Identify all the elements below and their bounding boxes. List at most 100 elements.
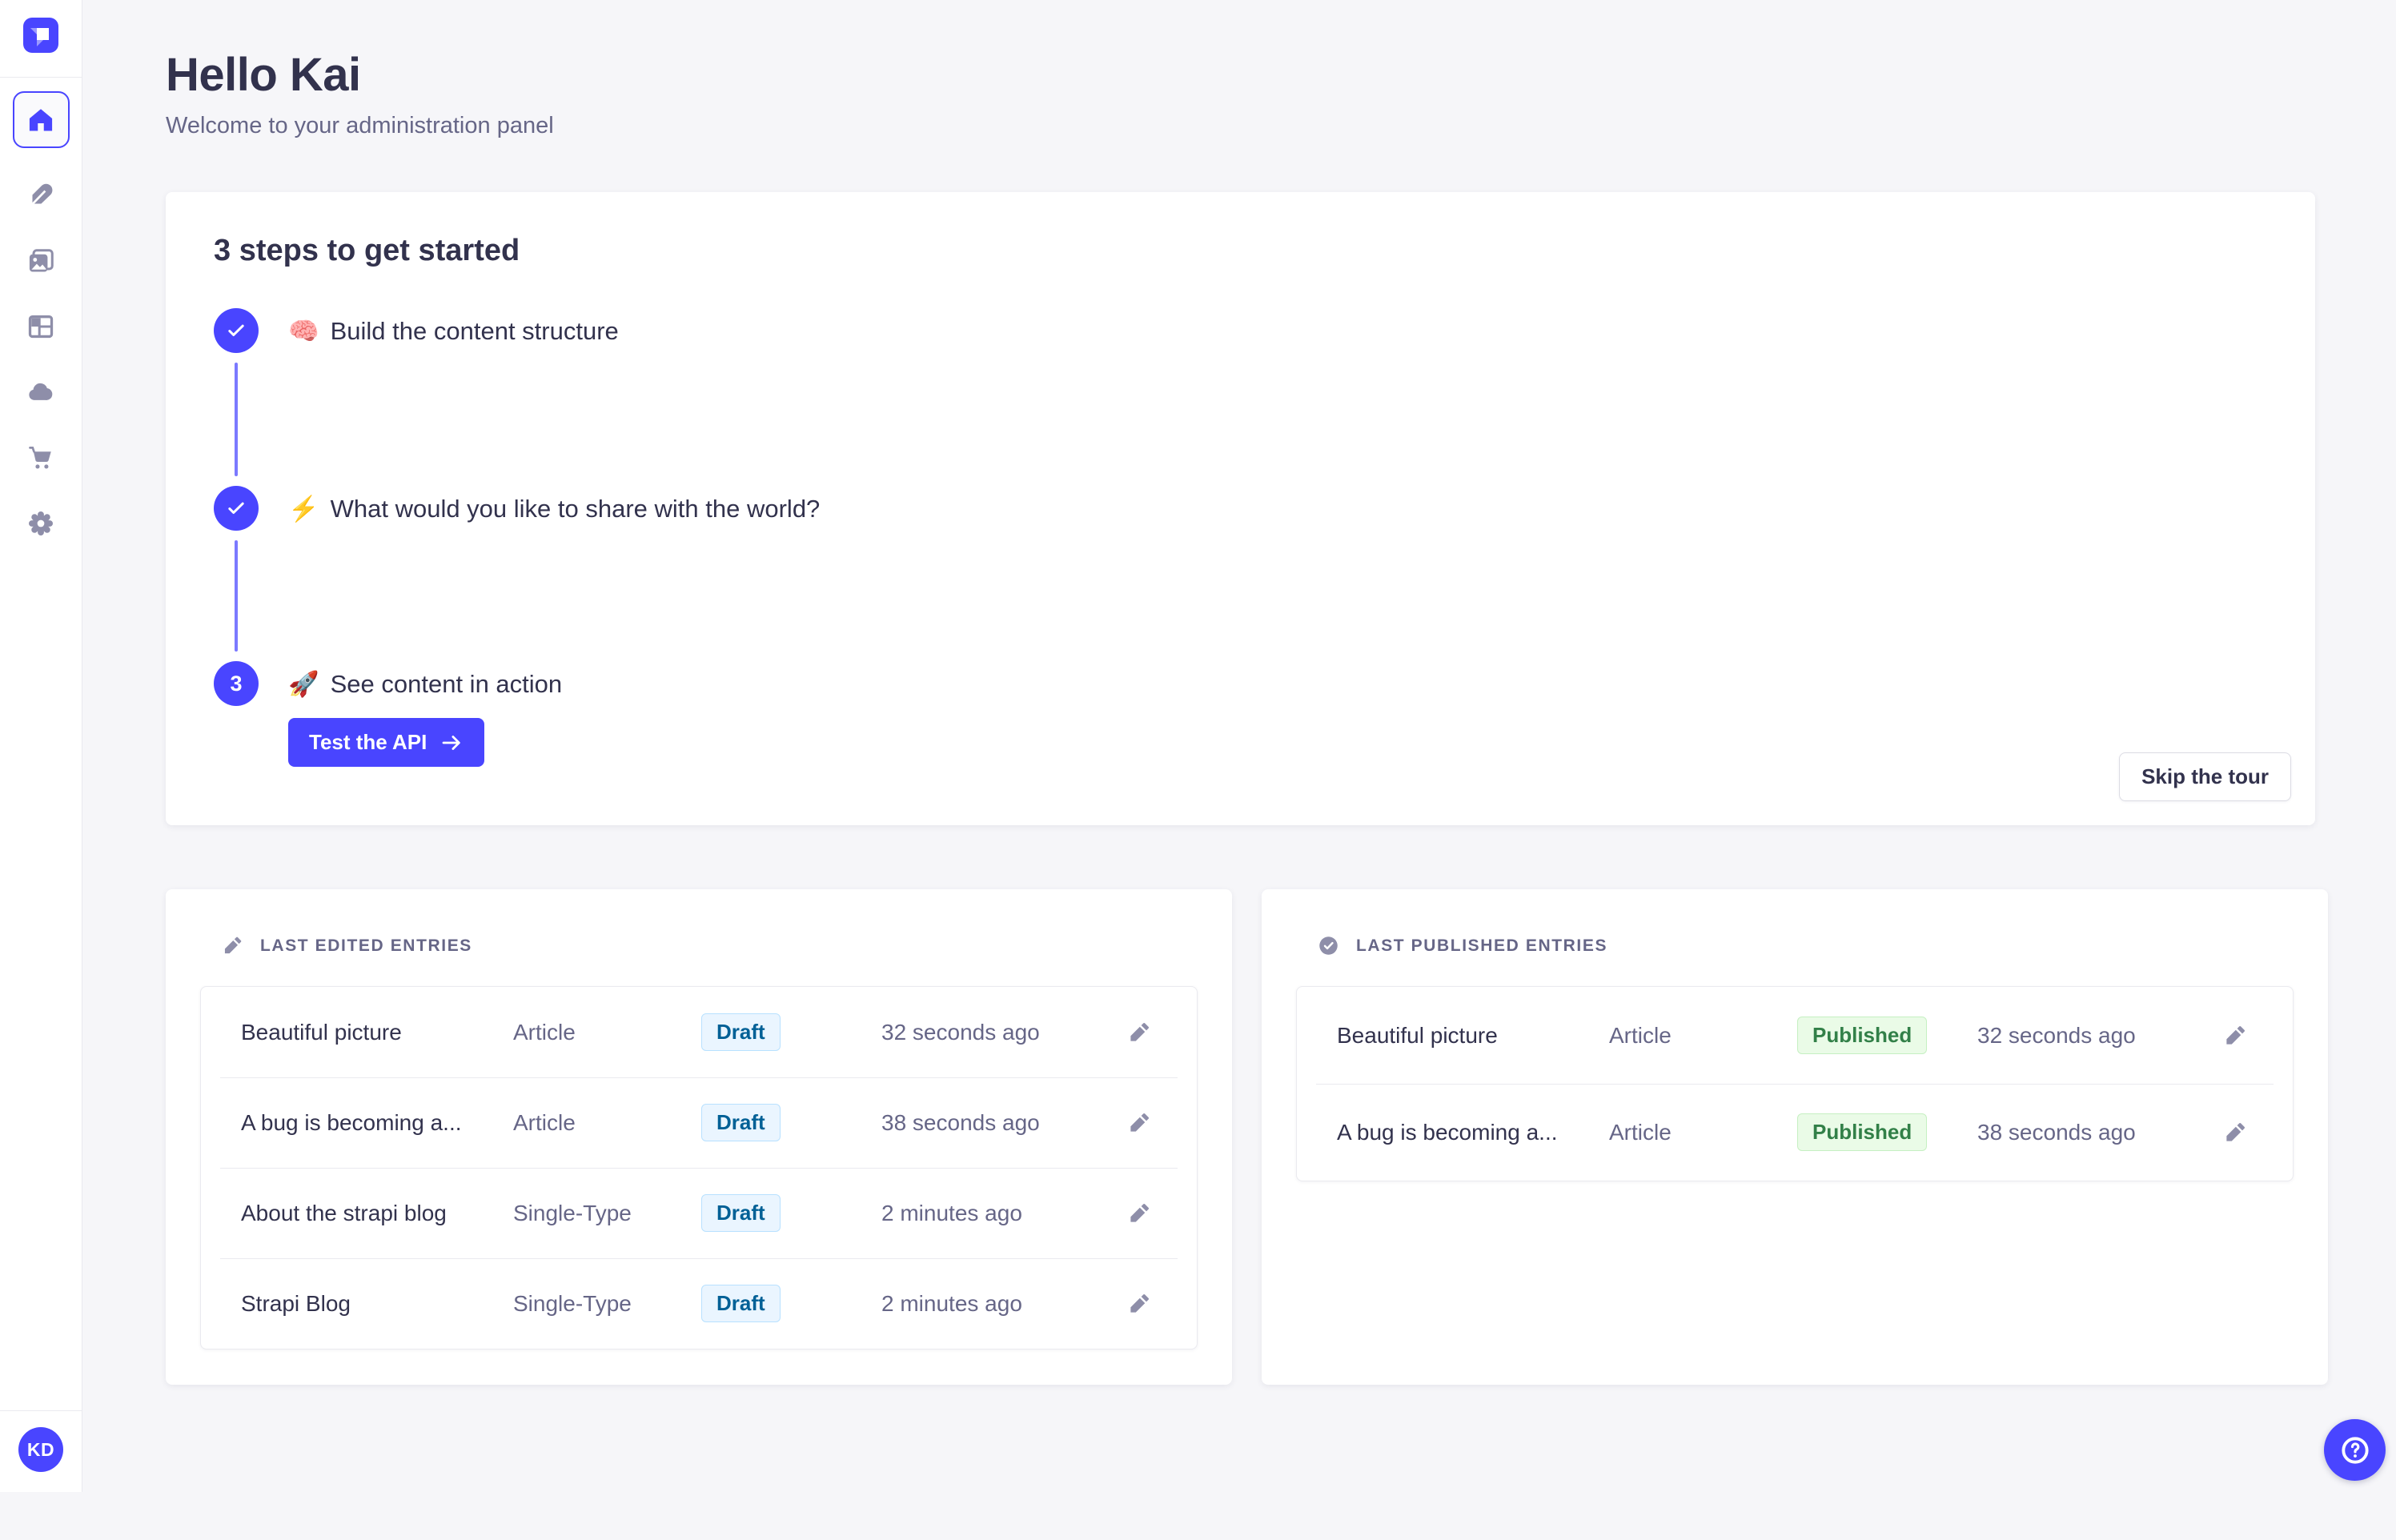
entry-time: 32 seconds ago [1977, 1023, 2217, 1049]
status-badge: Published [1797, 1113, 1927, 1151]
table-row: A bug is becoming a... Article Published… [1297, 1084, 2293, 1181]
pencil-icon [1127, 1021, 1151, 1045]
step-1-text: Build the content structure [331, 317, 619, 345]
step-connector [235, 363, 238, 476]
check-circle-icon [1318, 935, 1339, 956]
table-row: Beautiful picture Article Draft 32 secon… [201, 987, 1197, 1077]
onboarding-steps: 🧠 Build the content structure ⚡ What would… [214, 308, 2267, 767]
step-row-2: ⚡ What would you like to share with the w… [214, 486, 2267, 531]
strapi-logo-icon [23, 18, 58, 53]
sidebar-item-cloud[interactable] [22, 374, 59, 411]
sidebar: KD [0, 0, 82, 1492]
cart-icon [26, 443, 55, 472]
last-edited-header: LAST EDITED ENTRIES [200, 889, 1198, 956]
edit-entry-button[interactable] [2217, 1115, 2253, 1150]
pencil-icon [222, 935, 243, 956]
entry-name: Strapi Blog [241, 1291, 513, 1317]
sidebar-item-media-library[interactable] [22, 243, 59, 279]
status-badge: Draft [701, 1104, 781, 1141]
status-badge: Draft [701, 1285, 781, 1322]
page-title: Hello Kai [166, 48, 2315, 102]
cloud-icon [26, 378, 55, 407]
strapi-logo [23, 18, 58, 53]
table-row: Strapi Blog Single-Type Draft 2 minutes … [201, 1258, 1197, 1349]
step-3-label: 🚀 See content in action [288, 669, 562, 699]
sidebar-item-home[interactable] [13, 91, 70, 148]
status-badge: Published [1797, 1017, 1927, 1054]
entry-type: Article [513, 1020, 701, 1045]
entry-name: A bug is becoming a... [1337, 1120, 1609, 1145]
sidebar-item-content-manager[interactable] [22, 177, 59, 214]
entry-time: 38 seconds ago [881, 1110, 1122, 1136]
home-icon [26, 106, 55, 134]
step-3-number: 3 [230, 672, 242, 696]
entry-time: 2 minutes ago [881, 1291, 1122, 1317]
last-published-header: LAST PUBLISHED ENTRIES [1296, 889, 2294, 956]
entry-name: A bug is becoming a... [241, 1110, 513, 1136]
sidebar-divider [0, 77, 82, 78]
layout-icon [26, 312, 55, 341]
entry-time: 32 seconds ago [881, 1020, 1122, 1045]
rocket-emoji-icon: 🚀 [288, 670, 319, 698]
step-3-status: 3 [214, 661, 259, 706]
pencil-icon [1127, 1111, 1151, 1135]
sidebar-item-marketplace[interactable] [22, 439, 59, 476]
skip-tour-button[interactable]: Skip the tour [2119, 752, 2291, 801]
table-row: A bug is becoming a... Article Draft 38 … [201, 1077, 1197, 1168]
check-icon [225, 319, 247, 342]
check-icon [225, 497, 247, 519]
pencil-icon [1127, 1201, 1151, 1225]
sidebar-bottom-divider [0, 1410, 82, 1411]
entry-name: About the strapi blog [241, 1201, 513, 1226]
edit-entry-button[interactable] [1122, 1015, 1157, 1050]
last-edited-table: Beautiful picture Article Draft 32 secon… [200, 986, 1198, 1350]
step-row-1: 🧠 Build the content structure [214, 308, 2267, 353]
edit-entry-button[interactable] [2217, 1018, 2253, 1053]
status-badge: Draft [701, 1013, 781, 1051]
step-row-3: 3 🚀 See content in action [214, 661, 2267, 706]
last-published-table: Beautiful picture Article Published 32 s… [1296, 986, 2294, 1181]
entry-time: 38 seconds ago [1977, 1120, 2217, 1145]
edit-entry-button[interactable] [1122, 1105, 1157, 1141]
sidebar-item-settings[interactable] [22, 505, 59, 542]
status-badge: Draft [701, 1194, 781, 1232]
step-2-status [214, 486, 259, 531]
lightning-emoji-icon: ⚡ [288, 495, 319, 523]
gear-icon [26, 509, 55, 538]
avatar[interactable]: KD [18, 1427, 63, 1472]
last-edited-panel: LAST EDITED ENTRIES Beautiful picture Ar… [166, 889, 1232, 1385]
step-2-text: What would you like to share with the wo… [331, 495, 821, 523]
main-content: Hello Kai Welcome to your administration… [82, 48, 2396, 1385]
page-subtitle: Welcome to your administration panel [166, 113, 2315, 139]
pencil-icon [2223, 1121, 2247, 1145]
entry-name: Beautiful picture [1337, 1023, 1609, 1049]
step-3-text: See content in action [331, 670, 563, 698]
step-1-label: 🧠 Build the content structure [288, 316, 619, 346]
help-button[interactable] [2324, 1419, 2386, 1481]
test-api-label: Test the API [309, 730, 427, 755]
table-row: Beautiful picture Article Published 32 s… [1297, 987, 2293, 1084]
step-2-label: ⚡ What would you like to share with the w… [288, 494, 820, 523]
cta-row: Test the API [288, 718, 2267, 767]
entries-panels: LAST EDITED ENTRIES Beautiful picture Ar… [166, 889, 2315, 1385]
entry-name: Beautiful picture [241, 1020, 513, 1045]
last-published-title: LAST PUBLISHED ENTRIES [1356, 936, 1607, 956]
test-api-button[interactable]: Test the API [288, 718, 484, 767]
brain-emoji-icon: 🧠 [288, 317, 319, 345]
step-connector [235, 540, 238, 652]
entry-type: Article [1609, 1023, 1797, 1049]
entry-type: Article [513, 1110, 701, 1136]
pencil-icon [1127, 1292, 1151, 1316]
step-1-status [214, 308, 259, 353]
question-circle-icon [2339, 1434, 2371, 1466]
onboarding-card: 3 steps to get started 🧠 Build the conten… [166, 192, 2315, 825]
sidebar-item-content-type-builder[interactable] [22, 308, 59, 345]
entry-type: Single-Type [513, 1201, 701, 1226]
entry-time: 2 minutes ago [881, 1201, 1122, 1226]
last-published-panel: LAST PUBLISHED ENTRIES Beautiful picture… [1262, 889, 2328, 1385]
media-library-icon [26, 247, 55, 275]
edit-entry-button[interactable] [1122, 1286, 1157, 1321]
arrow-right-icon [439, 731, 464, 755]
onboarding-title: 3 steps to get started [214, 234, 2267, 268]
edit-entry-button[interactable] [1122, 1196, 1157, 1231]
